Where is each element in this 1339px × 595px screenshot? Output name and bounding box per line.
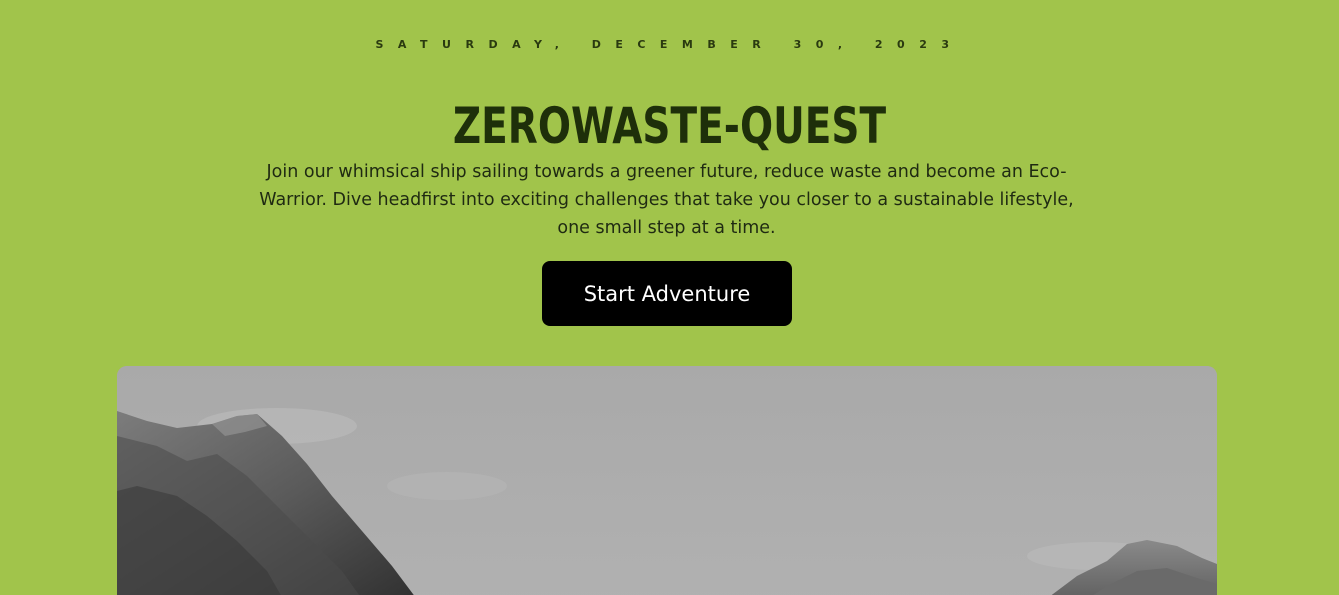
start-adventure-button[interactable]: Start Adventure <box>542 261 792 326</box>
intro-paragraph: Join our whimsical ship sailing towards … <box>259 162 1074 238</box>
page-title: ZEROWASTE-QUEST <box>452 97 887 155</box>
hero-mountain-image <box>117 366 1217 595</box>
mountain-photo <box>117 366 1217 595</box>
date-line: SATURDAY, DECEMBER 30, 2023 <box>375 38 964 51</box>
